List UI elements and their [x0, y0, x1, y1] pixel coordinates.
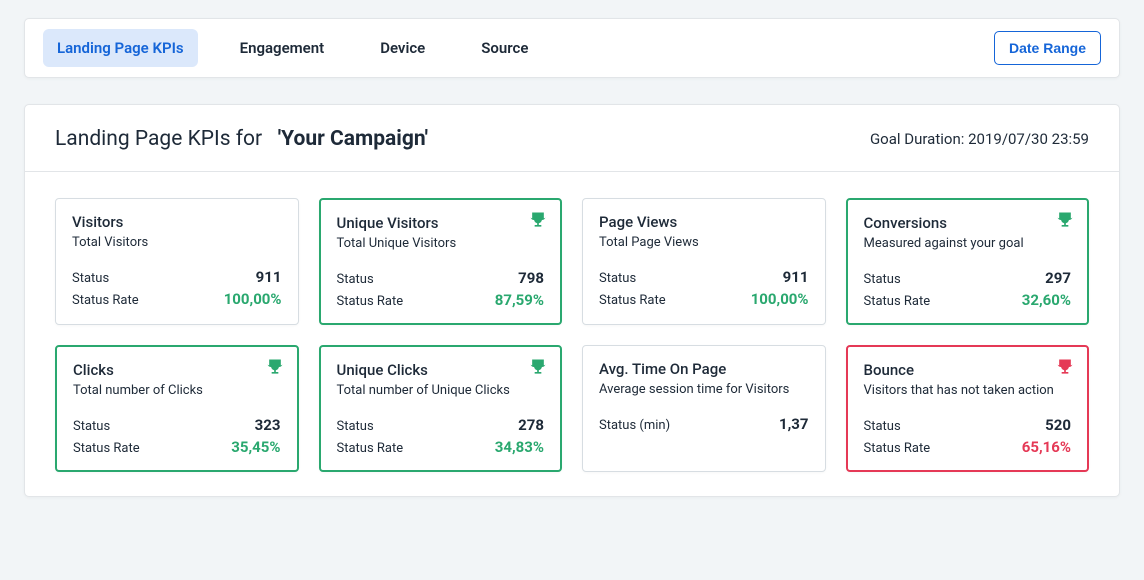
kpi-status-rate-value: 34,83%	[495, 438, 544, 456]
trophy-icon	[265, 357, 285, 377]
goal-duration-value: 2019/07/30 23:59	[968, 130, 1089, 148]
trophy-icon	[528, 357, 548, 377]
kpi-status-rate-label: Status Rate	[599, 293, 739, 308]
kpi-subtitle: Total Unique Visitors	[337, 236, 545, 251]
kpi-card: Page ViewsTotal Page ViewsStatus911Statu…	[582, 198, 826, 325]
kpi-status-label: Status	[73, 419, 219, 434]
page-title-campaign: 'Your Campaign'	[278, 127, 428, 151]
kpi-status-rate-label: Status Rate	[337, 294, 483, 309]
goal-duration-label: Goal Duration:	[870, 130, 964, 148]
kpi-subtitle: Total Visitors	[72, 235, 282, 250]
kpi-status-label: Status	[864, 272, 1010, 287]
tab-device[interactable]: Device	[366, 29, 439, 67]
kpi-status-rate-value: 87,59%	[495, 291, 544, 309]
trophy-icon	[528, 210, 548, 230]
content-header: Landing Page KPIs for 'Your Campaign' Go…	[25, 105, 1119, 172]
kpi-subtitle: Measured against your goal	[864, 236, 1072, 251]
kpi-title: Page Views	[599, 213, 809, 231]
tab-engagement[interactable]: Engagement	[226, 29, 339, 67]
date-range-button[interactable]: Date Range	[994, 31, 1101, 65]
kpi-title: Visitors	[72, 213, 282, 231]
kpi-status-min-value: 1,37	[779, 415, 809, 433]
kpi-rows: Status 911 Status Rate 100,00%	[599, 268, 809, 308]
content-panel: Landing Page KPIs for 'Your Campaign' Go…	[24, 104, 1120, 497]
kpi-status-label: Status	[599, 271, 739, 286]
kpi-subtitle: Average session time for Visitors	[599, 382, 809, 397]
kpi-card: Avg. Time On Page Average session time fo…	[582, 345, 826, 472]
kpi-status-label: Status	[337, 419, 483, 434]
kpi-rows: Status 520 Status Rate 65,16%	[864, 416, 1072, 456]
kpi-rows: Status (min) 1,37	[599, 415, 809, 433]
kpi-rows: Status 911 Status Rate 100,00%	[72, 268, 282, 308]
kpi-card: Unique Visitors Total Unique Visitors Stat…	[319, 198, 563, 325]
kpi-subtitle: Total number of Clicks	[73, 383, 281, 398]
kpi-status-rate-label: Status Rate	[864, 441, 1010, 456]
kpi-status-rate-label: Status Rate	[72, 293, 212, 308]
kpi-status-rate-value: 100,00%	[751, 290, 809, 308]
kpi-status-rate-label: Status Rate	[73, 441, 219, 456]
kpi-status-rate-value: 100,00%	[224, 290, 282, 308]
kpi-status-value: 323	[231, 416, 280, 434]
kpi-subtitle: Total number of Unique Clicks	[337, 383, 545, 398]
kpi-rows: Status 278 Status Rate 34,83%	[337, 416, 545, 456]
goal-duration: Goal Duration: 2019/07/30 23:59	[870, 130, 1089, 148]
kpi-status-rate-value: 32,60%	[1022, 291, 1071, 309]
kpi-status-value: 798	[495, 269, 544, 287]
kpi-status-rate-value: 35,45%	[231, 438, 280, 456]
kpi-title: Unique Clicks	[337, 361, 545, 379]
kpi-card: Conversions Measured against your goal Sta…	[846, 198, 1090, 325]
trophy-icon	[1055, 210, 1075, 230]
kpi-title: Conversions	[864, 214, 1072, 232]
kpi-rows: Status 323 Status Rate 35,45%	[73, 416, 281, 456]
kpi-cards-grid: Visitors Total Visitors Status 911 Status Ra…	[25, 172, 1119, 472]
tabs-panel: Landing Page KPIs Engagement Device Sour…	[24, 18, 1120, 78]
kpi-rows: Status 798 Status Rate 87,59%	[337, 269, 545, 309]
kpi-card: Visitors Total Visitors Status 911 Status Ra…	[55, 198, 299, 325]
page-title: Landing Page KPIs for 'Your Campaign'	[55, 127, 428, 151]
kpi-status-min-label: Status (min)	[599, 418, 767, 433]
kpi-status-rate-value: 65,16%	[1022, 438, 1071, 456]
kpi-status-label: Status	[72, 271, 212, 286]
kpi-subtitle: Visitors that has not taken action	[864, 383, 1072, 398]
kpi-status-label: Status	[337, 272, 483, 287]
tab-source[interactable]: Source	[467, 29, 542, 67]
kpi-status-value: 278	[495, 416, 544, 434]
kpi-card: Unique Clicks Total number of Unique Clic…	[319, 345, 563, 472]
kpi-title: Clicks	[73, 361, 281, 379]
kpi-title: Bounce	[864, 361, 1072, 379]
kpi-card: Bounce Visitors that has not taken action…	[846, 345, 1090, 472]
kpi-status-value: 911	[751, 268, 809, 286]
kpi-status-label: Status	[864, 419, 1010, 434]
kpi-status-value: 520	[1022, 416, 1071, 434]
trophy-icon	[1055, 357, 1075, 377]
kpi-subtitle: Total Page Views	[599, 235, 809, 250]
tabs: Landing Page KPIs Engagement Device Sour…	[43, 29, 542, 67]
kpi-status-rate-label: Status Rate	[337, 441, 483, 456]
kpi-title: Avg. Time On Page	[599, 360, 809, 378]
page-title-prefix: Landing Page KPIs for	[55, 127, 262, 151]
kpi-title: Unique Visitors	[337, 214, 545, 232]
kpi-rows: Status 297 Status Rate 32,60%	[864, 269, 1072, 309]
tab-landing-page-kpis[interactable]: Landing Page KPIs	[43, 29, 198, 67]
kpi-status-rate-label: Status Rate	[864, 294, 1010, 309]
kpi-status-value: 297	[1022, 269, 1071, 287]
kpi-card: ClicksTotal number of ClicksStatus323Sta…	[55, 345, 299, 472]
kpi-status-value: 911	[224, 268, 282, 286]
